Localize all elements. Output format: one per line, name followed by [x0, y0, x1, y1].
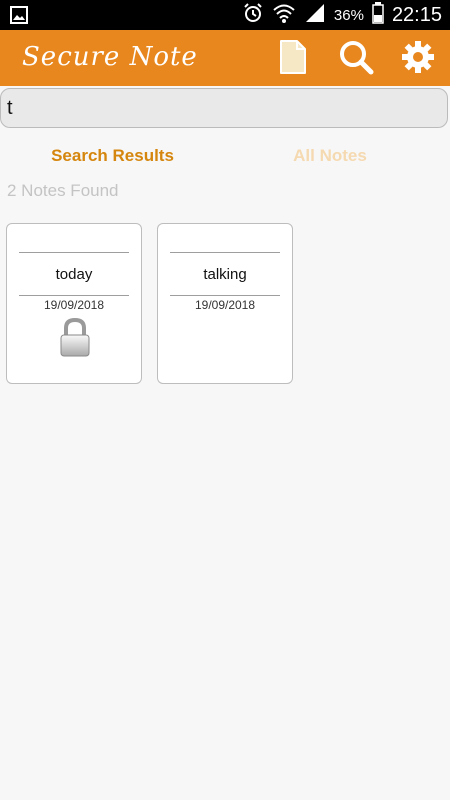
image-icon: [10, 6, 28, 29]
settings-button[interactable]: [399, 40, 437, 78]
new-note-icon: [278, 39, 308, 80]
settings-icon: [400, 39, 436, 80]
divider: [170, 295, 280, 296]
divider: [19, 252, 129, 253]
divider: [170, 252, 280, 253]
search-input[interactable]: [0, 88, 448, 128]
new-note-button[interactable]: [274, 39, 312, 80]
app-bar: Secure Note: [0, 30, 450, 86]
search-icon: [338, 39, 374, 80]
results-count: 2 Notes Found: [7, 181, 119, 200]
tab-all-notes[interactable]: All Notes: [180, 138, 450, 174]
lock-icon: [59, 317, 91, 363]
note-date: 19/09/2018: [43, 298, 105, 312]
search-button[interactable]: [337, 40, 375, 78]
signal-icon: [304, 3, 326, 28]
note-date: 19/09/2018: [194, 298, 256, 312]
note-card-today[interactable]: today 19/09/2018: [6, 223, 142, 384]
clock: 22:15: [391, 3, 442, 26]
app-title: Secure Note: [22, 42, 198, 72]
note-card-talking[interactable]: talking 19/09/2018: [157, 223, 293, 384]
note-title: talking: [203, 266, 247, 283]
alarm-icon: [242, 2, 264, 29]
battery-percent: 36%: [333, 6, 364, 24]
note-title: today: [55, 266, 93, 283]
battery-icon: [372, 1, 384, 29]
status-bar: 36% 22:15: [0, 0, 450, 30]
divider: [19, 295, 129, 296]
wifi-icon: [272, 2, 296, 29]
tabs: Search Results All Notes: [0, 138, 450, 174]
search-bar: [0, 87, 450, 131]
